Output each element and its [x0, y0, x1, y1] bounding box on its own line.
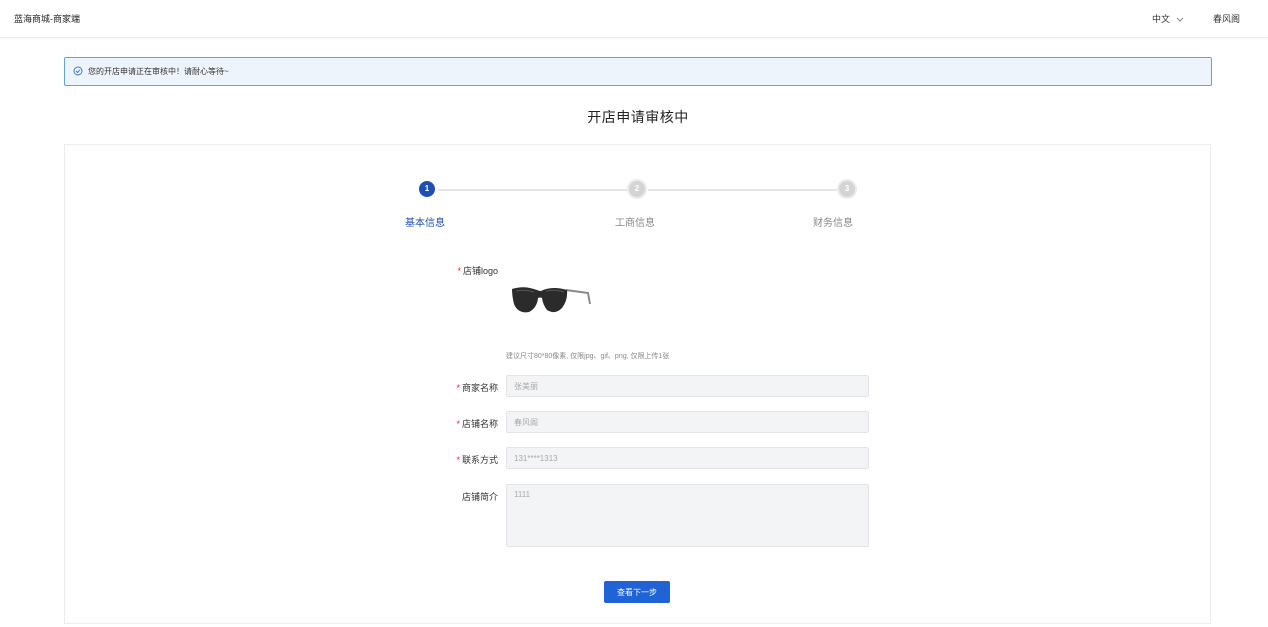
- step-1-label: 基本信息: [405, 218, 445, 229]
- required-mark: *: [457, 266, 461, 276]
- step-3-dot: 3: [839, 181, 855, 197]
- step-3-label: 财务信息: [813, 218, 853, 229]
- chevron-down-icon: [1176, 14, 1184, 24]
- alert-message: 您的开店申请正在审核中！请耐心等待~: [88, 67, 229, 76]
- shop-name-input[interactable]: [506, 411, 869, 433]
- step-indicator: 1 2 3 基本信息 工商信息 财务信息: [400, 180, 880, 230]
- required-mark: *: [456, 419, 460, 429]
- shop-intro-label: 店铺简介: [461, 492, 498, 502]
- next-step-button[interactable]: 查看下一步: [604, 581, 670, 603]
- step-2-dot: 2: [629, 181, 645, 197]
- step-connector: [438, 189, 628, 191]
- shop-logo-image[interactable]: [510, 286, 592, 316]
- merchant-name-label: * 商家名称: [456, 383, 498, 393]
- step-1-dot: 1: [419, 181, 435, 197]
- top-bar: 蓝海商城-商家端 中文 春风阁: [0, 0, 1268, 38]
- language-label: 中文: [1152, 14, 1171, 24]
- language-selector[interactable]: 中文: [1152, 12, 1184, 25]
- user-menu[interactable]: 春风阁: [1213, 12, 1240, 25]
- step-connector: [648, 189, 838, 191]
- brand-title: 蓝海商城-商家端: [14, 14, 80, 24]
- shop-name-label: * 店铺名称: [456, 419, 498, 429]
- required-mark: *: [456, 455, 460, 465]
- logo-label: * 店铺logo: [457, 266, 498, 276]
- review-alert: 您的开店申请正在审核中！请耐心等待~: [64, 57, 1212, 86]
- shop-intro-textarea[interactable]: 1111: [506, 484, 869, 547]
- check-circle-icon: [73, 66, 83, 78]
- sunglasses-icon: [512, 287, 591, 313]
- required-mark: *: [456, 383, 460, 393]
- step-2-label: 工商信息: [615, 218, 655, 229]
- logo-hint: 建议尺寸80*80像素, 仅限jpg、gif、png, 仅限上传1张: [506, 353, 670, 360]
- contact-label: * 联系方式: [456, 455, 498, 465]
- contact-input[interactable]: [506, 447, 869, 469]
- merchant-name-input[interactable]: [506, 375, 869, 397]
- page-title: 开店申请审核中: [587, 109, 689, 125]
